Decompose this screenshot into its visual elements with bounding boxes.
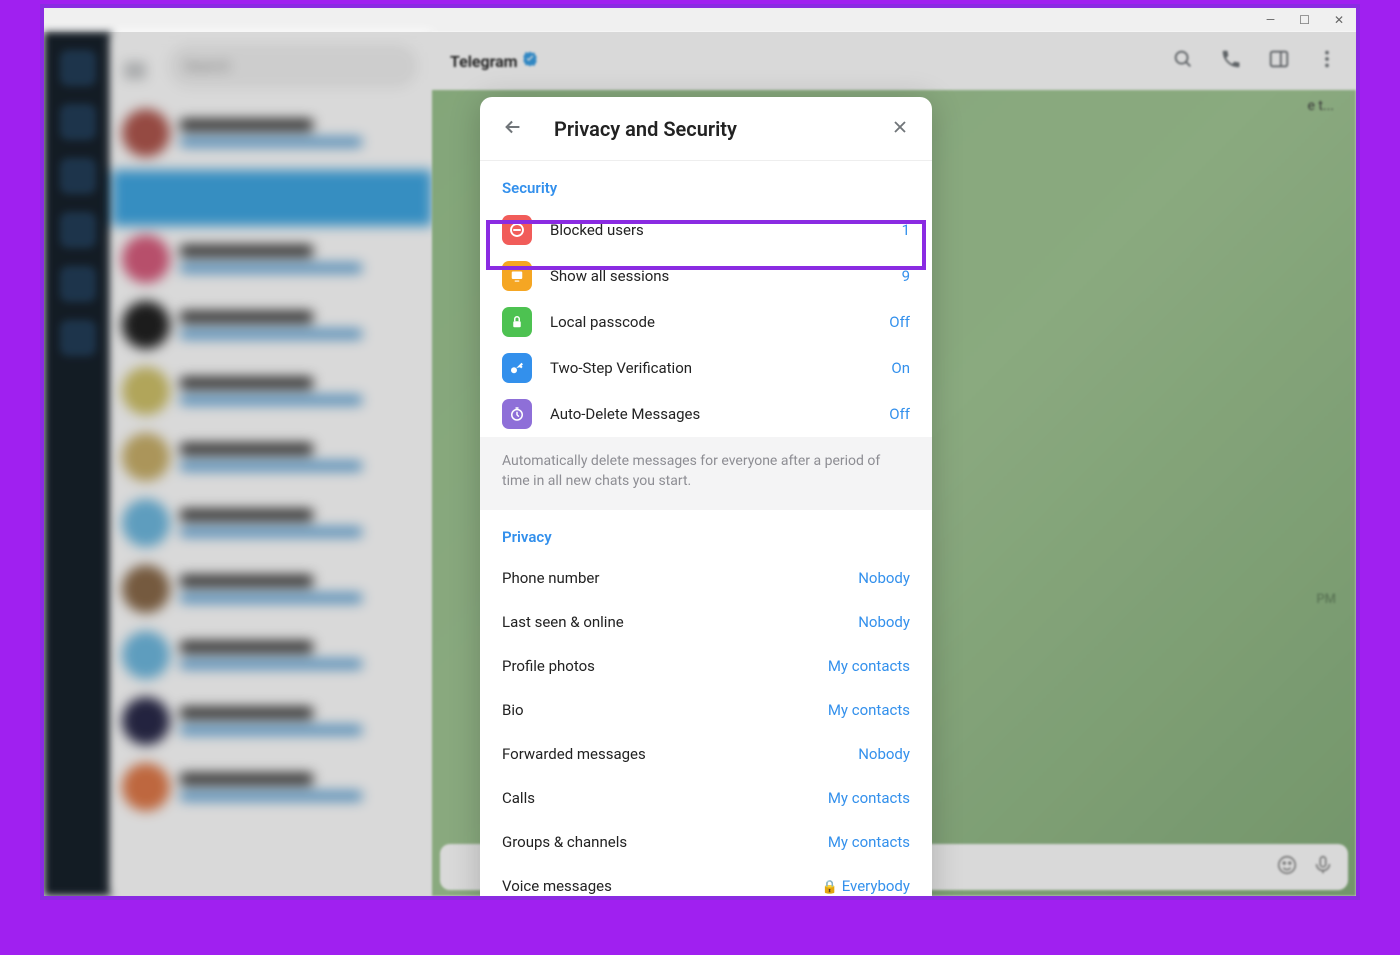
lock-icon-inline: 🔒	[822, 880, 838, 895]
modal-title: Privacy and Security	[554, 117, 886, 141]
security-section-label: Security	[480, 161, 932, 207]
sessions-row[interactable]: Show all sessions 9	[480, 253, 932, 299]
row-value: My contacts	[828, 833, 910, 851]
row-label: Auto-Delete Messages	[550, 405, 889, 423]
workspace-rail	[44, 32, 112, 896]
window-close-button[interactable]: ✕	[1334, 13, 1344, 27]
calls-row[interactable]: Calls My contacts	[480, 776, 932, 820]
key-icon	[502, 353, 532, 383]
row-value: On	[891, 359, 910, 377]
search-input[interactable]: Search	[168, 44, 418, 88]
two-step-row[interactable]: Two-Step Verification On	[480, 345, 932, 391]
back-button[interactable]	[498, 112, 528, 146]
groups-row[interactable]: Groups & channels My contacts	[480, 820, 932, 864]
window-maximize-button[interactable]: ☐	[1299, 13, 1310, 27]
privacy-section-label: Privacy	[480, 510, 932, 556]
blocked-icon	[502, 215, 532, 245]
row-value: 🔒Everybody	[822, 877, 911, 895]
sessions-icon	[502, 261, 532, 291]
chat-list-panel: Search	[112, 32, 432, 896]
search-placeholder: Search	[184, 57, 230, 75]
row-value: 9	[902, 267, 910, 285]
hamburger-menu-button[interactable]	[124, 60, 146, 86]
message-time: PM	[1316, 592, 1336, 607]
row-label: Forwarded messages	[502, 745, 858, 763]
verified-icon	[522, 51, 538, 71]
sidebar-icon[interactable]	[1268, 48, 1290, 74]
row-label: Profile photos	[502, 657, 828, 675]
row-label: Local passcode	[550, 313, 889, 331]
row-value: My contacts	[828, 701, 910, 719]
phone-number-row[interactable]: Phone number Nobody	[480, 556, 932, 600]
row-label: Bio	[502, 701, 828, 719]
voice-messages-row[interactable]: Voice messages 🔒Everybody	[480, 864, 932, 900]
row-value: Off	[889, 405, 910, 423]
forwarded-row[interactable]: Forwarded messages Nobody	[480, 732, 932, 776]
row-label: Calls	[502, 789, 828, 807]
row-value: My contacts	[828, 657, 910, 675]
last-seen-row[interactable]: Last seen & online Nobody	[480, 600, 932, 644]
bio-row[interactable]: Bio My contacts	[480, 688, 932, 732]
passcode-row[interactable]: Local passcode Off	[480, 299, 932, 345]
privacy-security-modal: Privacy and Security Security Blocked us…	[480, 97, 932, 900]
row-value: Nobody	[858, 569, 910, 587]
row-value: 1	[902, 221, 910, 239]
microphone-icon[interactable]	[1312, 854, 1334, 880]
auto-delete-row[interactable]: Auto-Delete Messages Off	[480, 391, 932, 437]
row-label: Last seen & online	[502, 613, 858, 631]
row-value: Off	[889, 313, 910, 331]
emoji-icon[interactable]	[1276, 854, 1298, 880]
row-label: Blocked users	[550, 221, 902, 239]
chat-title: Telegram	[450, 52, 518, 71]
phone-icon[interactable]	[1220, 48, 1242, 74]
more-icon[interactable]	[1316, 48, 1338, 74]
chat-header: Telegram	[432, 32, 1356, 90]
row-label: Voice messages	[502, 877, 822, 895]
profile-photos-row[interactable]: Profile photos My contacts	[480, 644, 932, 688]
lock-icon	[502, 307, 532, 337]
timer-icon	[502, 399, 532, 429]
row-value: Nobody	[858, 613, 910, 631]
truncated-text: e t...	[1307, 98, 1334, 114]
row-label: Two-Step Verification	[550, 359, 891, 377]
row-value: Nobody	[858, 745, 910, 763]
window-minimize-button[interactable]: —	[1266, 13, 1275, 27]
row-label: Groups & channels	[502, 833, 828, 851]
row-value: My contacts	[828, 789, 910, 807]
search-icon[interactable]	[1172, 48, 1194, 74]
blocked-users-row[interactable]: Blocked users 1	[480, 207, 932, 253]
window-titlebar: — ☐ ✕	[44, 8, 1356, 32]
row-label: Phone number	[502, 569, 858, 587]
auto-delete-description: Automatically delete messages for everyo…	[480, 437, 932, 510]
close-button[interactable]	[886, 113, 914, 145]
row-label: Show all sessions	[550, 267, 902, 285]
